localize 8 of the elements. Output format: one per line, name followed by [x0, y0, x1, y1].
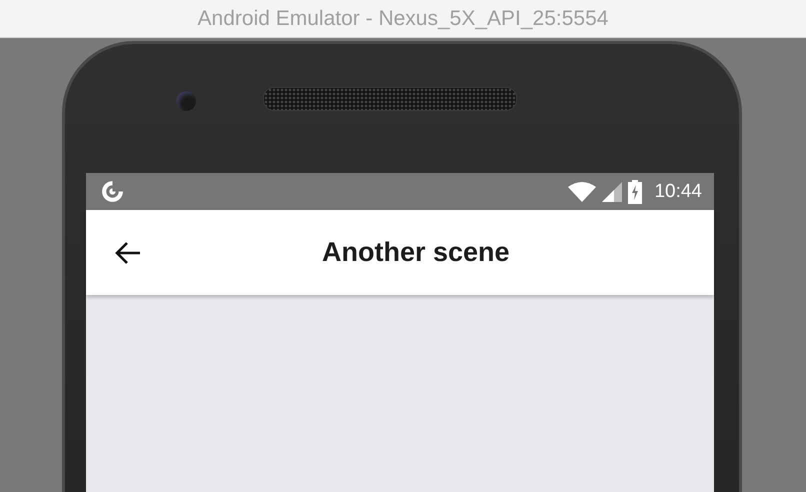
battery-icon [628, 180, 642, 204]
screen-title: Another scene [322, 237, 510, 268]
window-title: Android Emulator - Nexus_5X_API_25:5554 [198, 6, 608, 30]
signal-icon [602, 182, 622, 202]
clock: 10:44 [654, 180, 702, 202]
wifi-icon [568, 182, 596, 202]
back-arrow-icon [114, 240, 142, 264]
notification-icon [100, 179, 125, 204]
